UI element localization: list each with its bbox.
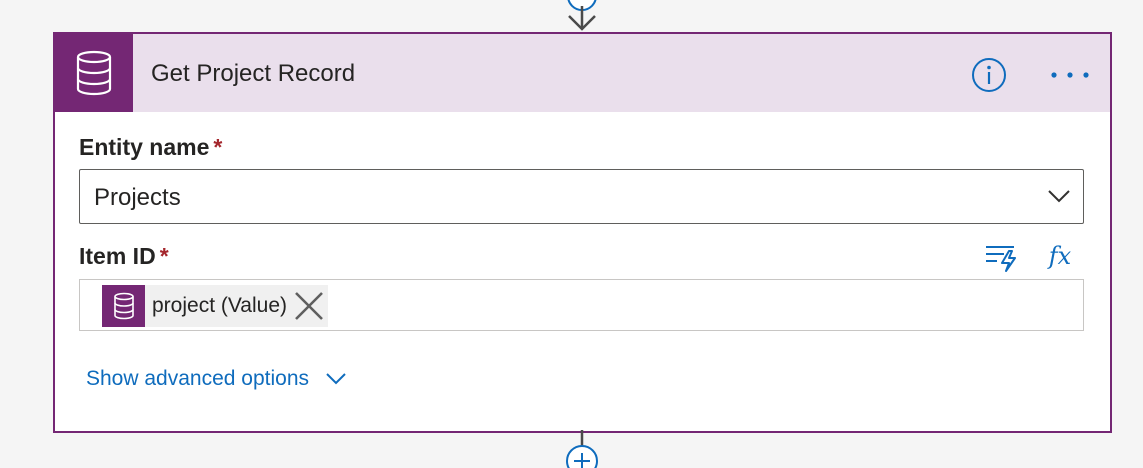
dynamic-token[interactable]: project (Value) — [102, 285, 328, 327]
info-icon[interactable] — [971, 57, 1007, 93]
item-id-label-text: Item ID — [79, 243, 156, 269]
entity-name-label-text: Entity name — [79, 134, 210, 160]
add-step-icon[interactable] — [563, 430, 601, 468]
token-label: project (Value) — [152, 294, 288, 317]
action-card-header[interactable]: Get Project Record — [55, 34, 1110, 112]
required-marker: * — [213, 134, 223, 160]
database-icon — [102, 285, 145, 327]
item-id-input[interactable]: project (Value) — [79, 279, 1084, 331]
fx-label: fx — [1048, 242, 1072, 270]
show-advanced-options-link[interactable]: Show advanced options — [86, 367, 347, 391]
connector-arrow-icon — [567, 0, 597, 31]
entity-name-select[interactable]: Projects — [79, 169, 1084, 224]
chevron-down-icon — [326, 373, 346, 385]
action-title[interactable]: Get Project Record — [151, 60, 355, 88]
show-advanced-options-label: Show advanced options — [86, 367, 309, 390]
fx-icon[interactable]: fx — [1043, 240, 1077, 272]
entity-name-label: Entity name * — [79, 134, 222, 161]
entity-name-value: Projects — [94, 184, 181, 211]
chevron-down-icon — [1048, 190, 1070, 203]
close-icon[interactable] — [293, 290, 325, 322]
more-horizontal-icon[interactable] — [1050, 68, 1090, 82]
flow-canvas: Get Project Record Entity name * Projects — [0, 0, 1143, 468]
database-icon — [55, 34, 133, 112]
required-marker: * — [159, 243, 169, 269]
dynamic-content-icon[interactable] — [984, 239, 1018, 273]
item-id-label: Item ID * — [79, 243, 169, 270]
action-card: Get Project Record Entity name * Projects — [53, 32, 1112, 433]
